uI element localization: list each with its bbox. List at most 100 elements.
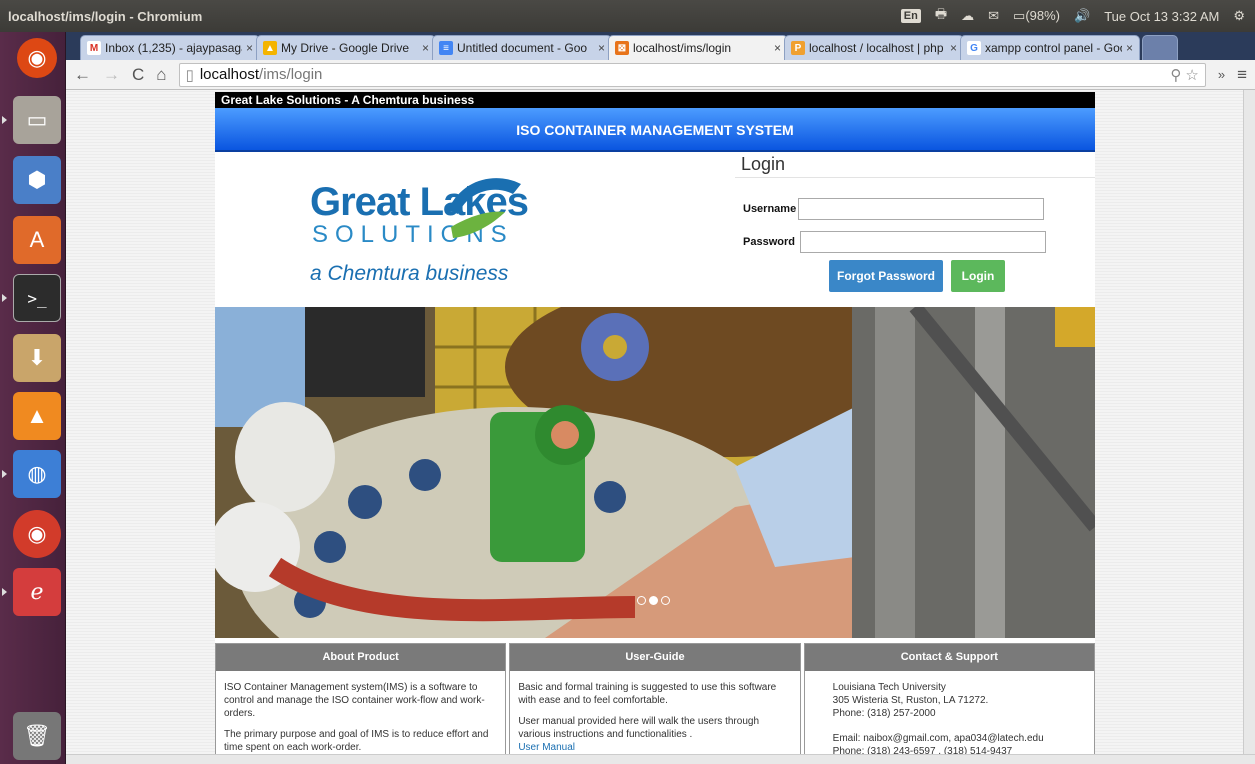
printer-icon[interactable]: 🖶 [935, 5, 947, 27]
unity-launcher: ◉ ▭ ⬢ A >_ ⬇ ▲ ◍ ◉ ℯ 🗑 [0, 32, 66, 764]
keyboard-layout-indicator[interactable]: En [900, 9, 921, 23]
trash-icon[interactable]: 🗑 [13, 712, 61, 760]
carousel-dot[interactable] [661, 596, 670, 605]
tab-label: localhost / localhost | php [809, 41, 944, 55]
page-icon: ⊠ [615, 41, 629, 55]
tab-docs[interactable]: ≡ Untitled document - Goo × [432, 35, 612, 60]
search-icon[interactable]: ⚲ [1170, 66, 1181, 84]
image-carousel[interactable] [215, 307, 1095, 638]
system-tray: En 🖶 ☁ ✉ ▭(98%) 🔊 Tue Oct 13 3:32 AM ⚙ [900, 5, 1255, 27]
contact-support-heading: Contact & Support [804, 644, 1094, 671]
guide-paragraph: User manual provided here will walk the … [518, 716, 760, 740]
url-path: /ims/login [259, 66, 323, 83]
carousel-dot[interactable] [637, 596, 646, 605]
tab-label: Untitled document - Goo [457, 41, 588, 55]
address-bar[interactable]: ▯ localhost/ims/login ⚲ ☆ [178, 62, 1206, 87]
contact-address: 305 Wisteria St, Ruston, LA 71272. [832, 695, 989, 706]
bookmark-star-icon[interactable]: ☆ [1185, 66, 1198, 84]
forward-icon[interactable]: → [103, 65, 120, 85]
carousel-indicators [637, 596, 670, 605]
volume-icon[interactable]: 🔊 [1074, 8, 1090, 24]
login-panel: Login Username Password Forgot Password … [735, 152, 1095, 307]
about-product-panel: About Product ISO Container Management s… [215, 643, 507, 764]
user-guide-panel: User-Guide Basic and formal training is … [509, 643, 801, 764]
new-tab-button[interactable] [1142, 35, 1178, 60]
user-manual-link[interactable]: User Manual [518, 742, 575, 753]
document-viewer-icon[interactable]: ℯ [13, 568, 61, 616]
horizontal-scrollbar[interactable] [66, 754, 1255, 764]
mail-icon[interactable]: ✉ [988, 8, 999, 24]
contact-email: Email: naibox@gmail.com, apa034@latech.e… [832, 733, 1044, 744]
about-product-heading: About Product [216, 644, 506, 671]
forgot-password-button[interactable]: Forgot Password [829, 260, 943, 292]
extensions-overflow-icon[interactable]: » [1218, 67, 1225, 82]
contact-support-panel: Contact & Support Louisiana Tech Univers… [803, 643, 1095, 764]
tab-xampp[interactable]: G xampp control panel - Goo × [960, 35, 1140, 60]
top-panel: localhost/ims/login - Chromium En 🖶 ☁ ✉ … [0, 0, 1255, 32]
drive-icon: ▲ [263, 41, 277, 55]
about-paragraph: ISO Container Management system(IMS) is … [224, 682, 485, 719]
password-input[interactable] [799, 231, 1046, 253]
ims-login-page: Great Lake Solutions - A Chemtura busine… [215, 92, 1095, 764]
carousel-photo [215, 307, 1095, 638]
home-icon[interactable]: ⌂ [156, 65, 166, 85]
close-icon[interactable]: × [422, 41, 429, 55]
page-info-icon[interactable]: ▯ [186, 66, 194, 84]
battery-icon: ▭ [1013, 8, 1026, 23]
battery-indicator[interactable]: ▭(98%) [1013, 8, 1060, 24]
battery-level: (98%) [1025, 8, 1061, 23]
terminal-icon[interactable]: >_ [13, 274, 61, 322]
tab-label: Inbox (1,235) - ajaypasaga [105, 41, 242, 55]
carousel-dot-active[interactable] [649, 596, 658, 605]
chromium-icon[interactable]: ◍ [13, 450, 61, 498]
tab-strip: M Inbox (1,235) - ajaypasaga × ▲ My Driv… [66, 32, 1255, 60]
close-icon[interactable]: × [950, 41, 957, 55]
virtualbox-icon[interactable]: ⬢ [13, 156, 61, 204]
tab-ims-login[interactable]: ⊠ localhost/ims/login × [608, 35, 788, 60]
username-label: Username [743, 203, 797, 215]
password-row: Password [743, 231, 1046, 253]
cloud-icon[interactable]: ☁ [961, 8, 974, 24]
clock[interactable]: Tue Oct 13 3:32 AM [1104, 9, 1219, 24]
close-icon[interactable]: × [598, 41, 605, 55]
tab-label: xampp control panel - Goo [985, 41, 1122, 55]
contact-phone: Phone: (318) 257-2000 [832, 708, 936, 719]
login-heading: Login [735, 152, 1095, 178]
reload-icon[interactable]: C [132, 65, 144, 85]
logo-swoosh-icon [448, 178, 521, 238]
login-button[interactable]: Login [951, 260, 1005, 292]
username-row: Username [743, 198, 1045, 220]
tab-gmail[interactable]: M Inbox (1,235) - ajaypasaga × [80, 35, 260, 60]
browser-toolbar: ← → C ⌂ ▯ localhost/ims/login ⚲ ☆ » ≡ [66, 60, 1255, 90]
tab-label: localhost/ims/login [633, 41, 732, 55]
about-paragraph: The primary purpose and goal of IMS is t… [224, 729, 489, 753]
chrome-icon[interactable]: ◉ [13, 510, 61, 558]
tab-drive[interactable]: ▲ My Drive - Google Drive × [256, 35, 436, 60]
docs-icon: ≡ [439, 41, 453, 55]
password-label: Password [743, 236, 795, 248]
back-icon[interactable]: ← [74, 65, 91, 85]
tab-phpmyadmin[interactable]: P localhost / localhost | php × [784, 35, 964, 60]
guide-paragraph: Basic and formal training is suggested t… [518, 682, 777, 706]
logo-tagline: a Chemtura business [310, 262, 509, 285]
close-icon[interactable]: × [774, 41, 781, 55]
ubuntu-dash-icon[interactable]: ◉ [17, 38, 57, 78]
vertical-scrollbar[interactable] [1243, 90, 1255, 756]
username-input[interactable] [798, 198, 1045, 220]
gear-icon[interactable]: ⚙ [1233, 8, 1245, 24]
software-center-icon[interactable]: A [13, 216, 61, 264]
page-viewport: Great Lake Solutions - A Chemtura busine… [66, 90, 1255, 764]
vlc-icon[interactable]: ▲ [13, 392, 61, 440]
gmail-icon: M [87, 41, 101, 55]
close-icon[interactable]: × [246, 41, 253, 55]
menu-icon[interactable]: ≡ [1237, 65, 1247, 85]
close-icon[interactable]: × [1126, 41, 1133, 55]
header-section: Great Lakes SOLUTIONS a Chemtura busines… [215, 152, 1095, 307]
contact-university: Louisiana Tech University [832, 682, 946, 693]
archive-manager-icon[interactable]: ⬇ [13, 334, 61, 382]
url-host: localhost [199, 66, 260, 83]
files-icon[interactable]: ▭ [13, 96, 61, 144]
phpmyadmin-icon: P [791, 41, 805, 55]
browser-window: M Inbox (1,235) - ajaypasaga × ▲ My Driv… [66, 32, 1255, 764]
window-title: localhost/ims/login - Chromium [8, 8, 203, 24]
